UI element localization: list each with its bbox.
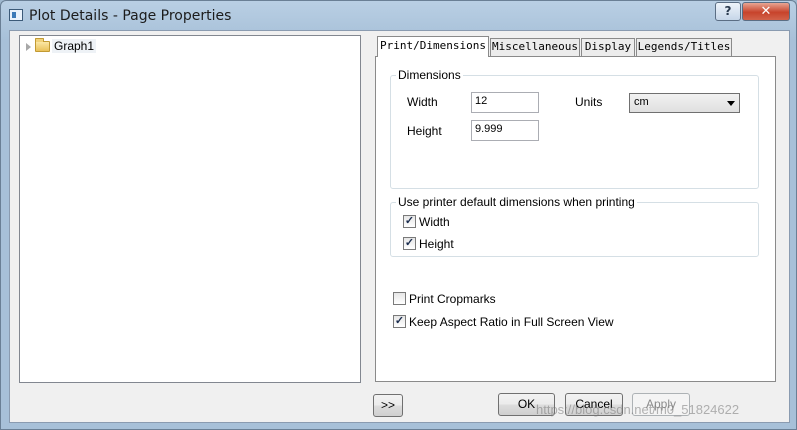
tree-item-label: Graph1 bbox=[52, 39, 97, 53]
dialog-client-area: Graph1 Print/Dimensions Miscellaneous Di… bbox=[9, 30, 790, 423]
printer-width-checkbox[interactable]: ✓ bbox=[403, 215, 416, 228]
window-icon bbox=[9, 9, 23, 21]
tab-legends-titles[interactable]: Legends/Titles bbox=[636, 38, 732, 56]
expand-arrow-icon[interactable] bbox=[26, 43, 31, 51]
expand-button[interactable]: >> bbox=[373, 394, 403, 417]
printer-defaults-group: Use printer default dimensions when prin… bbox=[390, 195, 759, 257]
printer-height-label: Height bbox=[419, 237, 454, 251]
close-button[interactable]: ✕ bbox=[742, 2, 790, 21]
printer-height-checkbox[interactable]: ✓ bbox=[403, 237, 416, 250]
height-label: Height bbox=[407, 124, 442, 138]
tab-display[interactable]: Display bbox=[581, 38, 635, 56]
dimensions-group: Dimensions Width 12 Height 9.999 Units c… bbox=[390, 68, 759, 189]
width-input[interactable]: 12 bbox=[471, 92, 539, 113]
dialog-window: Plot Details - Page Properties ? ✕ Graph… bbox=[0, 0, 797, 430]
units-select[interactable]: cm bbox=[629, 93, 740, 113]
dimensions-group-title: Dimensions bbox=[396, 68, 463, 82]
width-label: Width bbox=[407, 95, 438, 109]
units-label: Units bbox=[575, 95, 603, 109]
cancel-button[interactable]: Cancel bbox=[565, 393, 623, 416]
print-cropmarks-label: Print Cropmarks bbox=[409, 292, 496, 306]
keep-aspect-ratio-label: Keep Aspect Ratio in Full Screen View bbox=[409, 315, 614, 329]
chevron-down-icon bbox=[727, 101, 735, 106]
print-dimensions-panel: Dimensions Width 12 Height 9.999 Units c… bbox=[375, 56, 776, 382]
printer-width-label: Width bbox=[419, 215, 450, 229]
tab-print-dimensions[interactable]: Print/Dimensions bbox=[377, 36, 489, 57]
help-button[interactable]: ? bbox=[715, 2, 741, 21]
height-input[interactable]: 9.999 bbox=[471, 120, 539, 141]
printer-defaults-group-title: Use printer default dimensions when prin… bbox=[396, 195, 637, 209]
print-cropmarks-checkbox[interactable] bbox=[393, 292, 406, 305]
window-title: Plot Details - Page Properties bbox=[29, 8, 232, 24]
plot-tree[interactable]: Graph1 bbox=[19, 35, 361, 383]
units-selected-value: cm bbox=[634, 96, 649, 108]
keep-aspect-ratio-checkbox[interactable]: ✓ bbox=[393, 315, 406, 328]
apply-button[interactable]: Apply bbox=[632, 393, 690, 416]
ok-button[interactable]: OK bbox=[498, 393, 555, 416]
folder-icon bbox=[35, 38, 50, 52]
title-bar[interactable]: Plot Details - Page Properties ? ✕ bbox=[1, 1, 796, 31]
tab-miscellaneous[interactable]: Miscellaneous bbox=[490, 38, 580, 56]
